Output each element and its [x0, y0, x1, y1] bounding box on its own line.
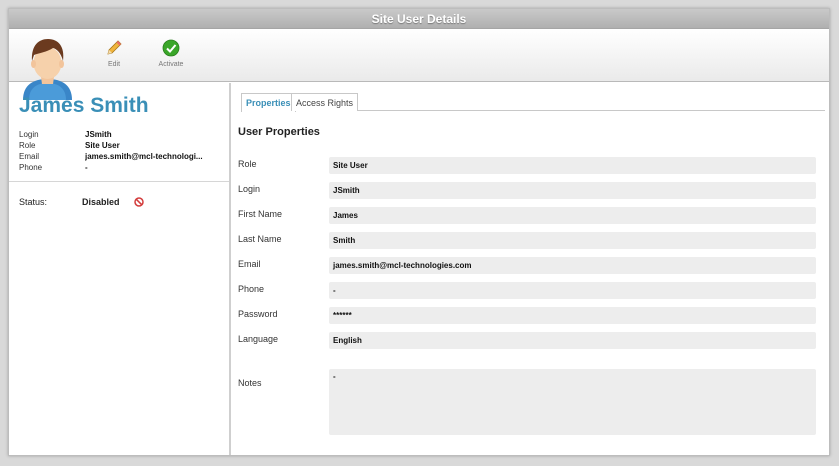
role-field[interactable]: Site User: [329, 157, 816, 174]
tab-bar: Properties Access Rights: [241, 93, 825, 112]
info-label: Email: [19, 152, 40, 161]
section-title: User Properties: [238, 126, 320, 138]
info-label: Login: [19, 130, 39, 139]
activate-button[interactable]: Activate: [151, 39, 191, 73]
info-label: Role: [19, 141, 36, 150]
status-value: Disabled: [82, 197, 120, 207]
info-value: james.smith@mcl-technologi...: [85, 152, 203, 161]
login-field[interactable]: JSmith: [329, 182, 816, 199]
field-label-phone: Phone: [238, 284, 265, 294]
user-summary-panel: James Smith Login JSmith Role Site User …: [9, 83, 231, 455]
user-properties-panel: Properties Access Rights User Properties…: [233, 83, 829, 455]
activate-label: Activate: [158, 61, 184, 68]
first-name-field[interactable]: James: [329, 207, 816, 224]
info-value: Site User: [85, 141, 120, 150]
info-label: Phone: [19, 163, 43, 172]
field-label-email: Email: [238, 259, 261, 269]
divider: [9, 181, 229, 182]
info-value: -: [85, 163, 88, 172]
site-user-details-window: Site User Details Edit Activate James Sm…: [8, 8, 830, 456]
field-label-role: Role: [238, 159, 257, 169]
info-value: JSmith: [85, 130, 112, 139]
field-label-login: Login: [238, 184, 261, 194]
email-field[interactable]: james.smith@mcl-technologies.com: [329, 257, 816, 274]
field-label-password: Password: [238, 309, 278, 319]
toolbar: Edit Activate: [9, 29, 829, 100]
no-entry-icon: [134, 197, 144, 207]
edit-label: Edit: [107, 61, 121, 68]
phone-field[interactable]: -: [329, 282, 816, 299]
user-name: James Smith: [19, 94, 149, 117]
pencil-icon: [107, 40, 122, 55]
window-title: Site User Details: [9, 9, 829, 29]
check-circle-icon: [162, 39, 180, 57]
notes-field[interactable]: -: [329, 369, 816, 435]
password-field[interactable]: ******: [329, 307, 816, 324]
last-name-field[interactable]: Smith: [329, 232, 816, 249]
status-label: Status:: [19, 197, 48, 207]
field-label-language: Language: [238, 334, 279, 344]
field-label-notes: Notes: [238, 378, 262, 388]
language-field[interactable]: English: [329, 332, 816, 349]
edit-button[interactable]: Edit: [94, 39, 134, 73]
field-label-first-name: First Name: [238, 209, 283, 219]
tab-access-rights[interactable]: Access Rights: [291, 93, 359, 111]
tab-properties[interactable]: Properties: [241, 93, 296, 112]
field-label-last-name: Last Name: [238, 234, 282, 244]
